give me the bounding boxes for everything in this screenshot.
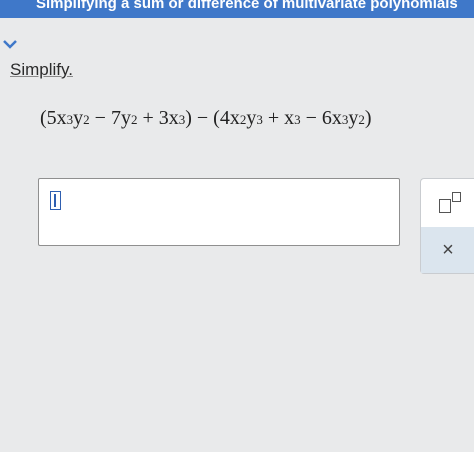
expression-exponent: 2 (130, 112, 138, 127)
exponent-template-icon (439, 199, 451, 213)
expression-exponent: 3 (66, 112, 74, 127)
polynomial-expression: (5x 3 y 2 − 7y 2 + 3x 3) − (4x 2 y 3 + x3 − 6x 3 y… (40, 94, 372, 130)
expression-exponent: 3 (294, 112, 301, 127)
expression-exponent: 3 (178, 112, 186, 127)
expression-term: ) − (4x (185, 107, 240, 129)
expression-term: y (348, 107, 359, 129)
expression-exponent: 2 (358, 112, 365, 127)
expression-exponent: 2 (239, 112, 247, 127)
answer-input[interactable] (38, 178, 400, 246)
exponent-box-icon (452, 192, 461, 202)
math-toolbar: × (420, 178, 474, 274)
exponent-button[interactable] (421, 179, 474, 225)
expression-term: y (73, 107, 84, 129)
chevron-down-icon[interactable] (2, 38, 18, 50)
expression-exponent: 2 (83, 112, 90, 127)
expression-exponent: 3 (341, 112, 349, 127)
expression-term: + 3x (137, 107, 179, 129)
text-cursor-icon (50, 191, 61, 210)
clear-button[interactable]: × (421, 227, 474, 273)
expression-term: − 6x (300, 107, 342, 129)
expression-term: y (246, 107, 257, 129)
question-prompt: Simplify. (10, 60, 73, 79)
expression-term: + x (262, 107, 295, 129)
title-bar: Simplifying a sum or difference of multi… (0, 0, 474, 18)
page-title: Simplifying a sum or difference of multi… (36, 0, 458, 12)
expression-term: (5x (40, 107, 67, 129)
expression-exponent: 3 (256, 112, 263, 127)
expression-term: − 7y (89, 107, 131, 129)
expression-term: ) (364, 107, 372, 129)
